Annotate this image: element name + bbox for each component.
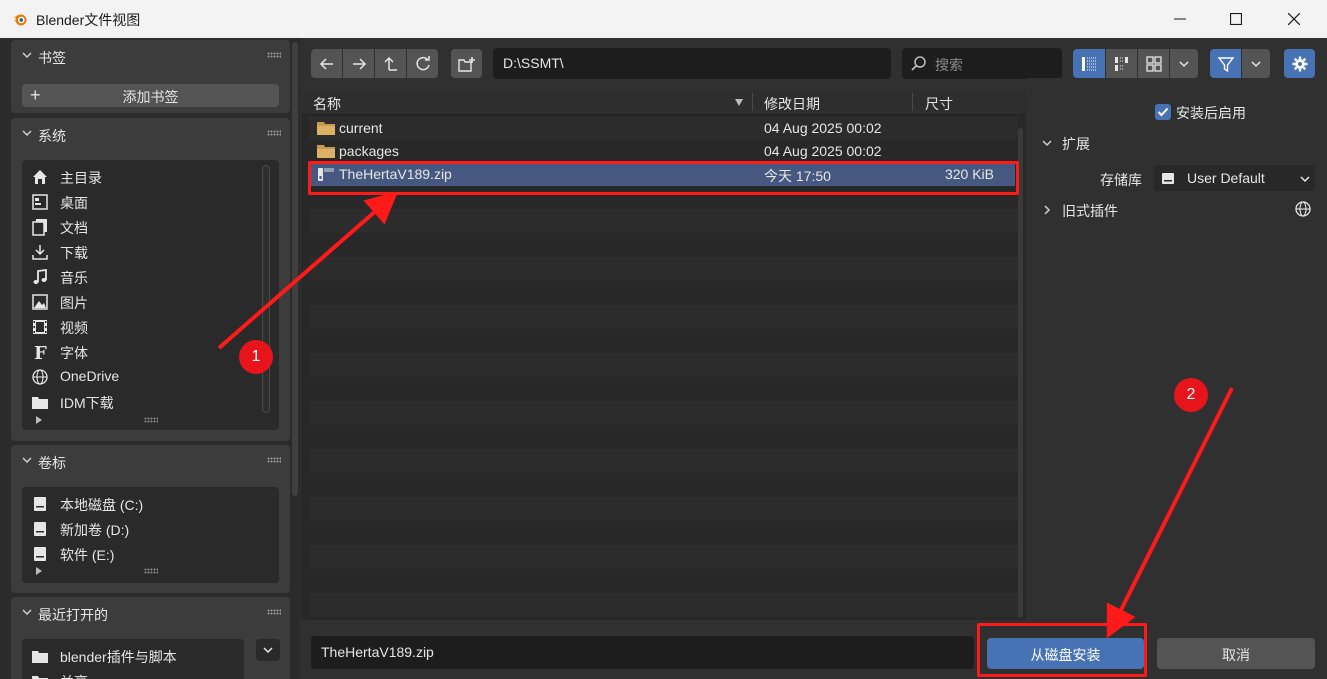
annotation-arrows [217, 191, 1234, 639]
annotation-badge: 1 [239, 340, 273, 374]
annotation-badge: 2 [1174, 378, 1208, 412]
